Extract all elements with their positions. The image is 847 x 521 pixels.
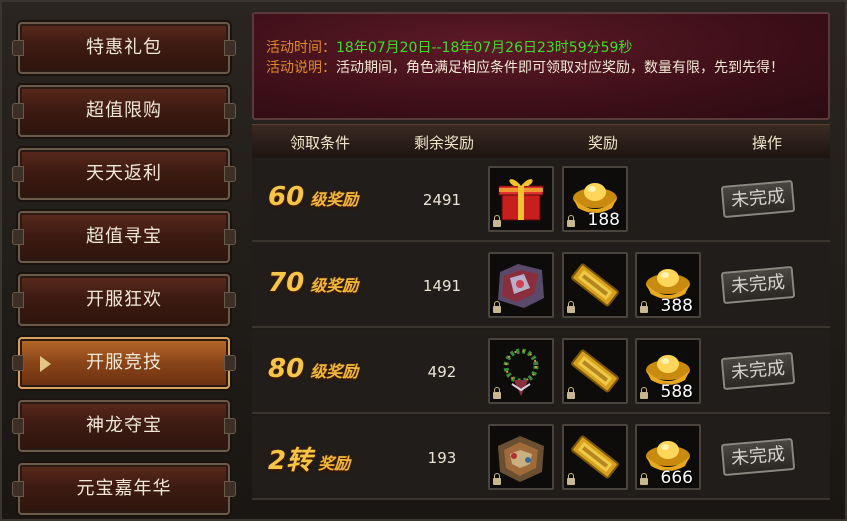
- sidebar-item-label: 开服狂欢: [86, 289, 162, 310]
- reward-table-header: 领取条件 剩余奖励 奖励 操作: [252, 124, 830, 159]
- level-suffix: 级奖励: [310, 362, 359, 381]
- sidebar-item-label: 天天返利: [86, 163, 162, 184]
- armor-pack-icon[interactable]: [488, 424, 554, 490]
- sidebar-item-label: 超值寻宝: [86, 226, 162, 247]
- item-quantity: 188: [587, 210, 620, 230]
- item-quantity: 588: [660, 382, 693, 402]
- remaining-count: 492: [427, 363, 457, 381]
- gold-ingot-icon[interactable]: 588: [635, 338, 701, 404]
- sidebar-item-value-purchase[interactable]: 超值限购: [12, 85, 236, 137]
- bound-lock-icon: [567, 301, 575, 313]
- level-value: 70: [268, 268, 305, 298]
- gift-box-icon[interactable]: [488, 166, 554, 232]
- level-value: 60: [268, 182, 305, 212]
- bound-lock-icon: [493, 387, 501, 399]
- remaining-count: 193: [427, 449, 457, 467]
- level-condition: 60 级奖励: [268, 182, 358, 212]
- bound-lock-icon: [493, 301, 501, 313]
- sidebar-item-label: 神龙夺宝: [86, 415, 162, 436]
- sidebar-item-label: 超值限购: [86, 100, 162, 121]
- remaining-count: 2491: [422, 191, 462, 209]
- bound-lock-icon: [493, 473, 501, 485]
- reward-row: 70 级奖励 1491 388 未完成: [252, 244, 830, 328]
- sidebar-item-server-carnival[interactable]: 开服狂欢: [12, 274, 236, 326]
- level-value: 80: [268, 354, 305, 384]
- activity-desc-label: 活动说明：: [266, 60, 336, 76]
- sidebar-item-dragon-treasure[interactable]: 神龙夺宝: [12, 400, 236, 452]
- sidebar-item-label: 元宝嘉年华: [76, 478, 172, 499]
- sidebar-item-label: 特惠礼包: [86, 37, 162, 58]
- activity-time-value: 18年07月20日--18年07月26日23时59分59秒: [336, 40, 633, 56]
- activity-time-label: 活动时间：: [266, 40, 336, 56]
- header-action: 操作: [752, 134, 783, 152]
- gold-token-icon[interactable]: [562, 252, 628, 318]
- header-reward: 奖励: [588, 134, 619, 152]
- sidebar-item-label: 开服竞技: [86, 352, 162, 373]
- bound-lock-icon: [567, 387, 575, 399]
- gold-ingot-icon[interactable]: 388: [635, 252, 701, 318]
- bound-lock-icon: [640, 473, 648, 485]
- header-remaining: 剩余奖励: [414, 134, 475, 152]
- gold-ingot-icon[interactable]: 666: [635, 424, 701, 490]
- reward-row: 60 级奖励 2491 188 未完成: [252, 158, 830, 242]
- item-quantity: 388: [660, 296, 693, 316]
- level-value: 2转: [268, 446, 313, 476]
- activity-info-panel: 活动时间：18年07月20日--18年07月26日23时59分59秒 活动说明：…: [252, 12, 830, 120]
- gold-token-icon[interactable]: [562, 424, 628, 490]
- level-suffix: 级奖励: [310, 276, 359, 295]
- remaining-count: 1491: [422, 277, 462, 295]
- activity-time: 活动时间：18年07月20日--18年07月26日23时59分59秒: [266, 38, 814, 58]
- status-incomplete-button[interactable]: 未完成: [720, 179, 796, 219]
- activity-desc-value: 活动期间，角色满足相应条件即可领取对应奖励，数量有限，先到先得！: [336, 60, 784, 76]
- bound-lock-icon: [493, 215, 501, 227]
- item-quantity: 666: [660, 468, 693, 488]
- bound-lock-icon: [640, 387, 648, 399]
- level-condition: 2转 奖励: [268, 440, 350, 477]
- armor-chest-icon[interactable]: [488, 252, 554, 318]
- status-incomplete-button[interactable]: 未完成: [720, 265, 796, 305]
- level-suffix: 奖励: [318, 454, 351, 473]
- reward-row: 2转 奖励 193 666 未完成: [252, 416, 830, 500]
- bound-lock-icon: [567, 215, 575, 227]
- status-incomplete-button[interactable]: 未完成: [720, 351, 796, 391]
- bound-lock-icon: [567, 473, 575, 485]
- reward-row: 80 级奖励 492 588 未完成: [252, 330, 830, 414]
- level-suffix: 级奖励: [310, 190, 359, 209]
- sidebar-item-treasure-hunt[interactable]: 超值寻宝: [12, 211, 236, 263]
- active-arrow-icon: [40, 356, 51, 372]
- status-incomplete-button[interactable]: 未完成: [720, 437, 796, 477]
- activity-desc: 活动说明：活动期间，角色满足相应条件即可领取对应奖励，数量有限，先到先得！: [266, 58, 814, 78]
- sidebar-item-tehui-gift[interactable]: 特惠礼包: [12, 22, 236, 74]
- level-condition: 80 级奖励: [268, 354, 358, 384]
- bound-lock-icon: [640, 301, 648, 313]
- gold-ingot-icon[interactable]: 188: [562, 166, 628, 232]
- gold-token-icon[interactable]: [562, 338, 628, 404]
- sidebar-item-daily-rebate[interactable]: 天天返利: [12, 148, 236, 200]
- level-condition: 70 级奖励: [268, 268, 358, 298]
- sidebar-item-ingot-carnival[interactable]: 元宝嘉年华: [12, 463, 236, 515]
- sidebar-item-server-arena[interactable]: 开服竞技: [12, 337, 236, 389]
- bead-necklace-icon[interactable]: [488, 338, 554, 404]
- sidebar: 特惠礼包 超值限购 天天返利 超值寻宝 开服狂欢 开服竞技 神龙夺宝 元宝嘉年华: [8, 8, 240, 521]
- header-condition: 领取条件: [290, 134, 351, 152]
